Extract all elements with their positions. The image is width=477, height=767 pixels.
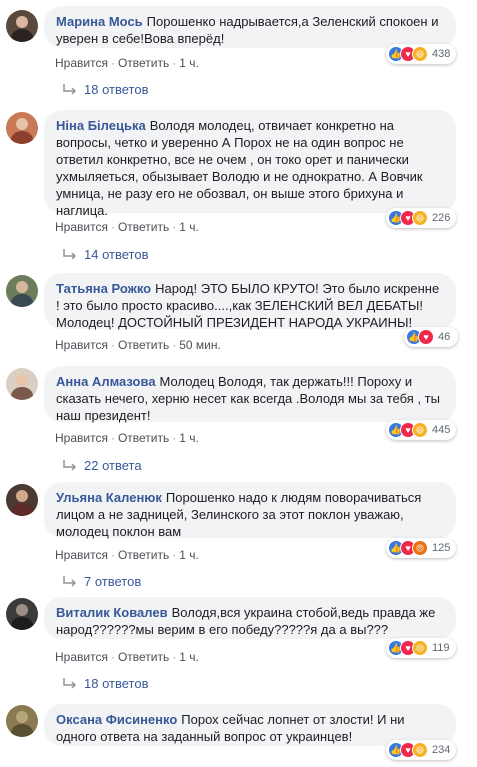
comment-author[interactable]: Ніна Білецька bbox=[56, 118, 146, 133]
view-replies-link[interactable]: 14 ответов bbox=[62, 247, 148, 262]
timestamp[interactable]: 1 ч. bbox=[179, 220, 199, 234]
timestamp[interactable]: 1 ч. bbox=[179, 431, 199, 445]
reply-arrow-icon bbox=[62, 248, 78, 262]
comment-author[interactable]: Ульяна Каленюк bbox=[56, 490, 162, 505]
haha-reaction-icon: 😆 bbox=[412, 422, 428, 438]
reactions-summary[interactable]: 👍 ♥ 😆 445 bbox=[386, 420, 456, 440]
like-link[interactable]: Нравится bbox=[55, 650, 108, 664]
reactions-summary[interactable]: 👍 ♥ 😆 234 bbox=[386, 740, 456, 760]
avatar[interactable] bbox=[6, 112, 38, 144]
reactions-summary[interactable]: 👍 ♥ 😢 119 bbox=[386, 638, 456, 658]
timestamp[interactable]: 1 ч. bbox=[179, 56, 199, 70]
reply-arrow-icon bbox=[62, 459, 78, 473]
avatar[interactable] bbox=[6, 368, 38, 400]
comment-author[interactable]: Виталик Ковалев bbox=[56, 605, 168, 620]
reply-link[interactable]: Ответить bbox=[118, 650, 169, 664]
reply-arrow-icon bbox=[62, 83, 78, 97]
reactions-summary[interactable]: 👍 ♥ 46 bbox=[404, 327, 458, 347]
comment-actions: Нравится · Ответить · 1 ч. bbox=[55, 431, 199, 445]
reaction-count: 234 bbox=[432, 744, 451, 756]
like-link[interactable]: Нравится bbox=[55, 56, 108, 70]
reactions-summary[interactable]: 👍 ♥ 😆 226 bbox=[386, 208, 456, 228]
like-link[interactable]: Нравится bbox=[55, 548, 108, 562]
timestamp[interactable]: 1 ч. bbox=[179, 650, 199, 664]
reaction-count: 125 bbox=[432, 542, 451, 554]
reply-link[interactable]: Ответить bbox=[118, 56, 169, 70]
replies-count[interactable]: 18 ответов bbox=[84, 676, 148, 691]
comment-text: Володя молодец, отвичает конкретно на во… bbox=[56, 118, 423, 218]
reply-link[interactable]: Ответить bbox=[118, 220, 169, 234]
haha-reaction-icon: 😆 bbox=[412, 742, 428, 758]
reaction-count: 46 bbox=[438, 331, 451, 343]
reply-arrow-icon bbox=[62, 677, 78, 691]
view-replies-link[interactable]: 18 ответов bbox=[62, 82, 148, 97]
replies-count[interactable]: 22 ответа bbox=[84, 458, 142, 473]
reaction-count: 438 bbox=[432, 48, 451, 60]
timestamp[interactable]: 1 ч. bbox=[179, 548, 199, 562]
avatar[interactable] bbox=[6, 10, 38, 42]
comment-actions: Нравится · Ответить · 1 ч. bbox=[55, 548, 199, 562]
avatar[interactable] bbox=[6, 705, 38, 737]
comment-bubble: Ніна Білецька Володя молодец, отвичает ко… bbox=[44, 110, 456, 218]
comment-actions: Нравится · Ответить · 1 ч. bbox=[55, 220, 199, 234]
avatar[interactable] bbox=[6, 484, 38, 516]
comment-actions: Нравится · Ответить · 50 мин. bbox=[55, 338, 221, 352]
comment-actions: Нравится · Ответить · 1 ч. bbox=[55, 56, 199, 70]
reaction-count: 445 bbox=[432, 424, 451, 436]
comment-bubble: Татьяна Рожко Народ! ЭТО БЫЛО КРУТО! Это … bbox=[44, 273, 456, 330]
avatar[interactable] bbox=[6, 598, 38, 630]
avatar[interactable] bbox=[6, 275, 38, 307]
haha-reaction-icon: 😆 bbox=[412, 210, 428, 226]
haha-reaction-icon: 😆 bbox=[412, 46, 428, 62]
comment-bubble: Анна Алмазова Молодец Володя, так держать… bbox=[44, 366, 456, 423]
comment-bubble: Марина Мось Порошенко надрывается,а Зелен… bbox=[44, 6, 456, 48]
sad-reaction-icon: 😢 bbox=[412, 640, 428, 656]
angry-reaction-icon: 😠 bbox=[412, 540, 428, 556]
like-link[interactable]: Нравится bbox=[55, 220, 108, 234]
view-replies-link[interactable]: 22 ответа bbox=[62, 458, 142, 473]
replies-count[interactable]: 14 ответов bbox=[84, 247, 148, 262]
comment-actions: Нравится · Ответить · 1 ч. bbox=[55, 650, 199, 664]
comment-bubble: Виталик Ковалев Володя,вся украина стобой… bbox=[44, 597, 456, 639]
reaction-count: 226 bbox=[432, 212, 451, 224]
comment-author[interactable]: Оксана Фисиненко bbox=[56, 712, 177, 727]
timestamp[interactable]: 50 мин. bbox=[179, 338, 221, 352]
reply-arrow-icon bbox=[62, 575, 78, 589]
like-link[interactable]: Нравится bbox=[55, 431, 108, 445]
reactions-summary[interactable]: 👍 ♥ 😠 125 bbox=[386, 538, 456, 558]
view-replies-link[interactable]: 18 ответов bbox=[62, 676, 148, 691]
reply-link[interactable]: Ответить bbox=[118, 431, 169, 445]
replies-count[interactable]: 7 ответов bbox=[84, 574, 141, 589]
reactions-summary[interactable]: 👍 ♥ 😆 438 bbox=[386, 44, 456, 64]
comment-author[interactable]: Марина Мось bbox=[56, 14, 143, 29]
reaction-count: 119 bbox=[432, 642, 450, 654]
comment-bubble: Ульяна Каленюк Порошенко надо к людям пов… bbox=[44, 482, 456, 539]
reply-link[interactable]: Ответить bbox=[118, 338, 169, 352]
view-replies-link[interactable]: 7 ответов bbox=[62, 574, 141, 589]
comment-author[interactable]: Анна Алмазова bbox=[56, 374, 156, 389]
comment-author[interactable]: Татьяна Рожко bbox=[56, 281, 151, 296]
like-link[interactable]: Нравится bbox=[55, 338, 108, 352]
replies-count[interactable]: 18 ответов bbox=[84, 82, 148, 97]
reply-link[interactable]: Ответить bbox=[118, 548, 169, 562]
love-reaction-icon: ♥ bbox=[418, 329, 434, 345]
